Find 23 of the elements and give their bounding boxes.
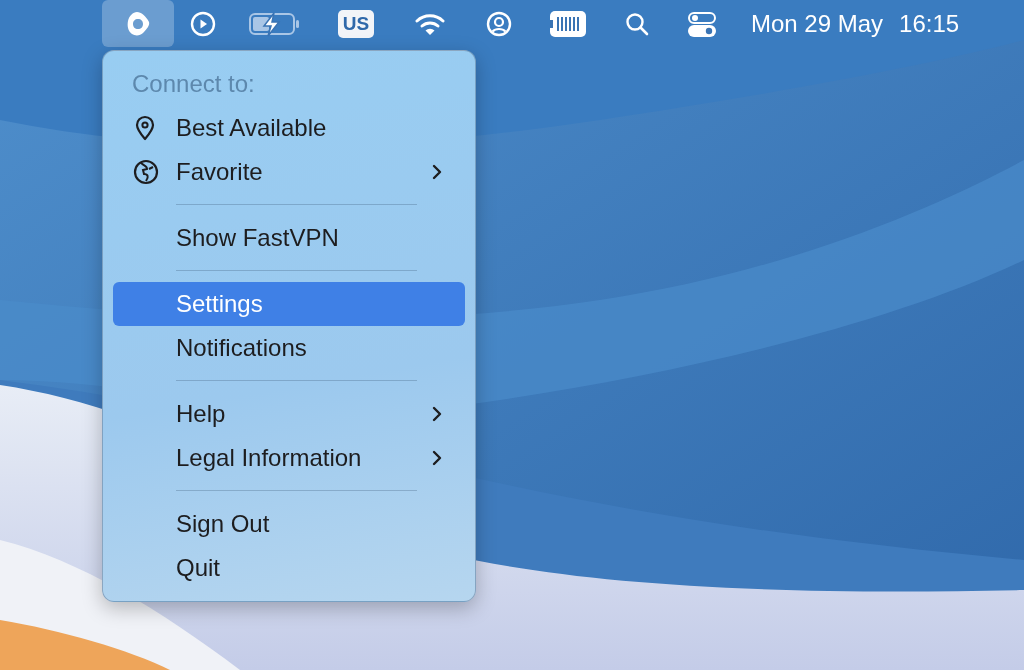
wifi-icon	[415, 11, 445, 36]
user-icon	[486, 10, 512, 37]
menu-item[interactable]: Quit	[113, 546, 465, 590]
logo-icon	[125, 10, 151, 37]
menu-item[interactable]: Help	[113, 392, 465, 436]
menu-item[interactable]: Best Available	[113, 106, 465, 150]
menu-item[interactable]: Legal Information	[113, 436, 465, 480]
toggles-icon	[687, 10, 717, 37]
search-icon	[624, 10, 650, 37]
location-pin-icon	[133, 115, 157, 141]
battery-icon	[249, 10, 301, 37]
menu-bar-time[interactable]: 16:15	[899, 9, 960, 38]
play-icon	[190, 10, 216, 37]
status-menu-item[interactable]	[102, 0, 174, 47]
barcode-icon	[549, 9, 587, 38]
menu-item[interactable]: Sign Out	[113, 502, 465, 546]
globe-icon	[133, 159, 159, 185]
menu-item[interactable]: Settings	[113, 282, 465, 326]
menu-header: Connect to:	[131, 69, 255, 99]
menu-item[interactable]: Notifications	[113, 326, 465, 370]
menu-bar-date[interactable]: Mon 29 May	[751, 9, 884, 38]
menu-item[interactable]: Favorite	[113, 150, 465, 194]
menu-item[interactable]: Show FastVPN	[113, 216, 465, 260]
